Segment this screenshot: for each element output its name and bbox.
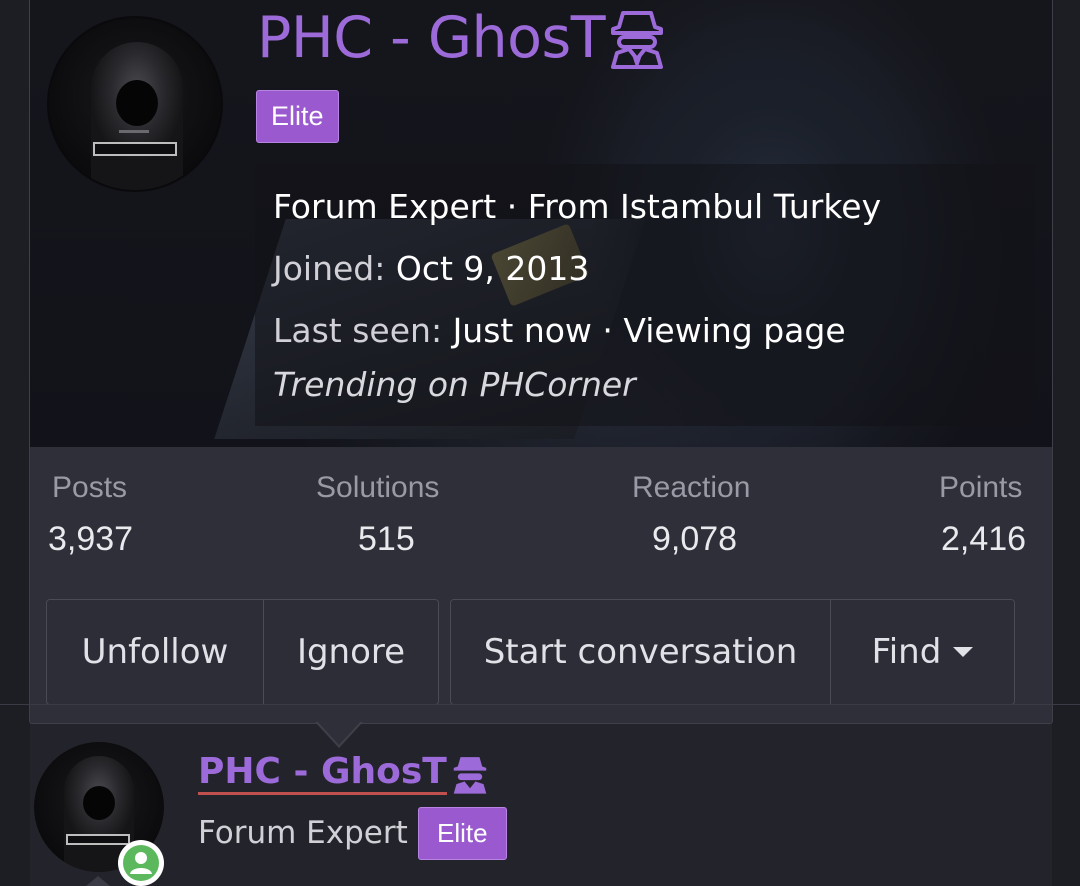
- user-online-icon: [123, 845, 159, 881]
- post-arrow: [86, 876, 110, 886]
- post-author-role: Forum Expert: [198, 815, 408, 851]
- stat-value-reaction[interactable]: 9,078: [652, 520, 737, 559]
- profile-joined: Joined: Oct 9, 2013: [273, 249, 589, 288]
- stat-label-solutions: Solutions: [316, 471, 440, 504]
- profile-title-line: Forum Expert · From Istambul Turkey: [273, 187, 882, 226]
- profile-activity: Trending on PHCorner: [273, 365, 636, 404]
- caret-down-icon: [953, 647, 974, 657]
- profile-username[interactable]: PHC - GhosT: [257, 5, 665, 71]
- joined-value: Oct 9, 2013: [395, 249, 590, 288]
- profile-avatar[interactable]: [47, 16, 223, 192]
- page-margin-left: [0, 0, 30, 886]
- conversation-button-group: Start conversation Find: [450, 599, 1015, 705]
- online-status-badge: [118, 840, 164, 886]
- stat-value-posts[interactable]: 3,937: [48, 520, 133, 559]
- follow-button-group: Unfollow Ignore: [46, 599, 439, 705]
- page-margin-right: [1052, 0, 1080, 886]
- user-secret-icon: [611, 11, 664, 69]
- stat-label-points: Points: [939, 471, 1023, 504]
- last-seen-label: Last seen:: [273, 311, 443, 350]
- post-author-badge: Elite: [418, 807, 507, 860]
- start-conversation-button[interactable]: Start conversation: [451, 600, 830, 704]
- last-seen-value: Just now · Viewing page: [452, 311, 846, 350]
- find-button-label: Find: [871, 632, 942, 672]
- post-author-username[interactable]: PHC - GhosT: [198, 752, 489, 795]
- stat-value-solutions[interactable]: 515: [358, 520, 415, 559]
- member-tooltip: PHC - GhosT Elite Forum Expert · From Is…: [29, 0, 1053, 724]
- profile-last-seen: Last seen: Just now · Viewing page: [273, 311, 846, 350]
- profile-username-text[interactable]: PHC - GhosT: [257, 5, 606, 71]
- stat-value-points[interactable]: 2,416: [941, 520, 1026, 559]
- profile-user-badge: Elite: [256, 90, 339, 143]
- tooltip-arrow-fill: [317, 721, 361, 745]
- stat-label-reaction: Reaction: [632, 471, 751, 504]
- unfollow-button[interactable]: Unfollow: [47, 600, 263, 704]
- post-divider: [0, 704, 1080, 705]
- joined-label: Joined:: [273, 249, 386, 288]
- post-author-username-text[interactable]: PHC - GhosT: [198, 752, 447, 795]
- user-secret-icon: [453, 756, 487, 794]
- profile-banner: PHC - GhosT Elite Forum Expert · From Is…: [30, 0, 1052, 447]
- stat-label-posts: Posts: [52, 471, 128, 504]
- find-dropdown-button[interactable]: Find: [830, 600, 1014, 704]
- ignore-button[interactable]: Ignore: [263, 600, 438, 704]
